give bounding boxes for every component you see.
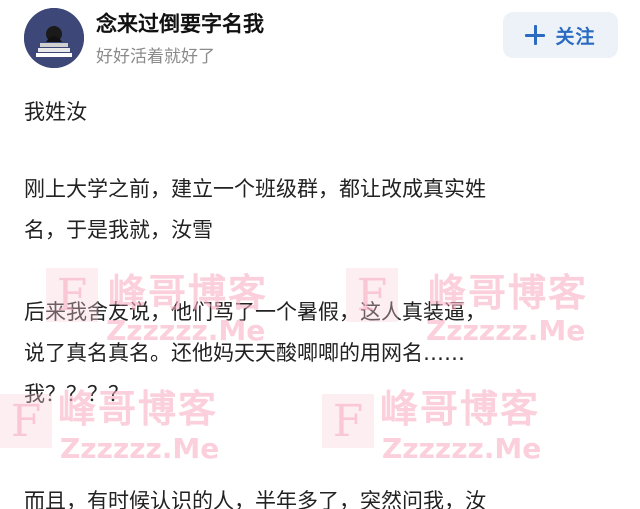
post-line: 说了真名真名。还他妈天天酸唧唧的用网名…… bbox=[24, 341, 465, 365]
follow-button[interactable]: 关注 bbox=[503, 12, 618, 58]
post-line: 刚上大学之前，建立一个班级群，都让改成真实姓 bbox=[24, 177, 486, 201]
watermark-url: Zzzzzz.Me bbox=[382, 432, 542, 465]
user-signature: 好好活着就好了 bbox=[96, 47, 215, 67]
post-line: 后来我舍友说，他们骂了一个暑假，这人真装逼， bbox=[24, 300, 486, 324]
watermark-url: Zzzzzz.Me bbox=[60, 432, 220, 465]
post-header: 念来过倒要字名我 好好活着就好了 关注 bbox=[0, 0, 640, 78]
post-line: 名，于是我就，汝雪 bbox=[24, 218, 213, 242]
post-line: 我姓汝 bbox=[24, 100, 87, 124]
post-line: 而且，有时候认识的人，半年多了，突然问我，汝 bbox=[24, 489, 486, 509]
username[interactable]: 念来过倒要字名我 bbox=[96, 8, 264, 38]
follow-button-label: 关注 bbox=[555, 25, 596, 48]
plus-icon bbox=[525, 25, 546, 45]
avatar[interactable] bbox=[24, 8, 84, 68]
post-line: 我？？？？ bbox=[24, 382, 129, 406]
watermark-title: 峰哥博客 bbox=[380, 387, 541, 431]
watermark-letter: F bbox=[322, 394, 374, 448]
